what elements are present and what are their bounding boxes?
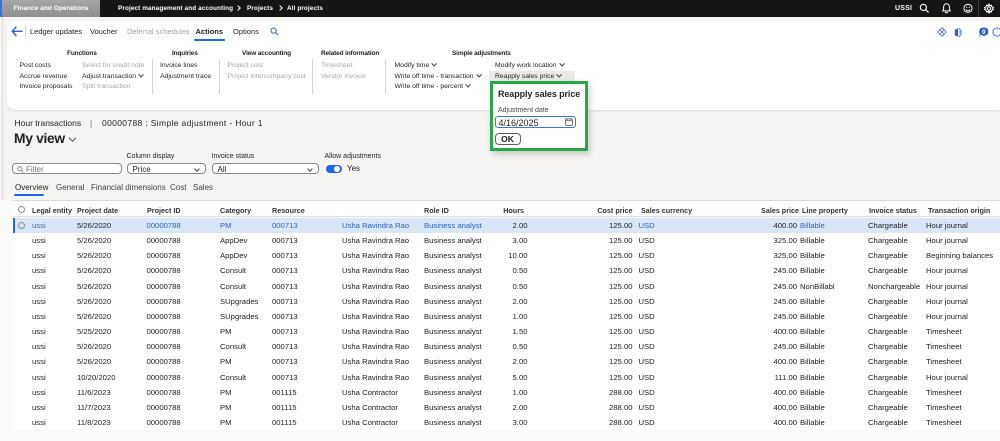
svg-text:0: 0: [982, 28, 986, 35]
